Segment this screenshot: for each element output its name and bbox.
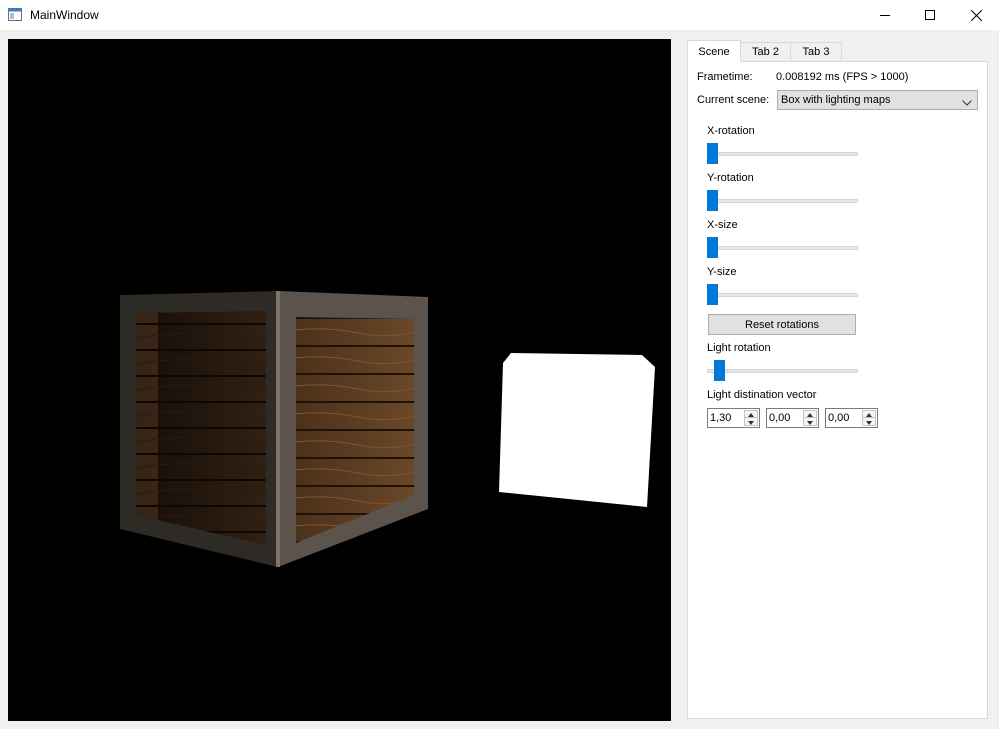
slider-handle[interactable] (707, 143, 718, 164)
y-rotation-label: Y-rotation (707, 172, 754, 184)
x-rotation-slider[interactable] (707, 142, 858, 164)
slider-groove (707, 199, 858, 203)
slider-handle[interactable] (714, 360, 725, 381)
arrow-down-icon (866, 416, 872, 428)
spin-buttons (862, 410, 876, 426)
light-vector-z-input[interactable] (828, 412, 862, 424)
slider-groove (707, 293, 858, 297)
arrow-down-icon (807, 416, 813, 428)
maximize-icon (925, 10, 935, 20)
close-icon (970, 9, 982, 21)
frametime-value: 0.008192 ms (FPS > 1000) (776, 71, 909, 83)
frametime-label: Frametime: (697, 71, 753, 83)
slider-groove (707, 369, 858, 373)
scene-panel: Frametime: 0.008192 ms (FPS > 1000) Curr… (687, 61, 988, 719)
x-rotation-label: X-rotation (707, 125, 755, 137)
scene-select[interactable]: Box with lighting maps (777, 90, 978, 110)
light-rotation-label: Light rotation (707, 342, 771, 354)
y-size-slider[interactable] (707, 283, 858, 305)
title-bar: MainWindow (0, 0, 999, 30)
close-button[interactable] (953, 0, 999, 30)
light-rotation-slider[interactable] (707, 359, 858, 381)
current-scene-label: Current scene: (697, 94, 770, 106)
gl-viewport[interactable] (8, 39, 671, 721)
light-vector-x-spinbox[interactable] (707, 408, 760, 428)
slider-groove (707, 246, 858, 250)
arrow-down-icon (748, 416, 754, 428)
x-size-label: X-size (707, 219, 738, 231)
app-window-icon (8, 8, 22, 21)
tab-2[interactable]: Tab 2 (740, 42, 791, 61)
window-title: MainWindow (30, 8, 99, 22)
slider-groove (707, 152, 858, 156)
y-size-label: Y-size (707, 266, 737, 278)
slider-handle[interactable] (707, 190, 718, 211)
spin-down-button[interactable] (863, 418, 875, 425)
light-vector-z-spinbox[interactable] (825, 408, 878, 428)
minimize-button[interactable] (862, 0, 908, 30)
crate-3d-object (120, 291, 428, 567)
slider-handle[interactable] (707, 284, 718, 305)
spin-buttons (744, 410, 758, 426)
x-size-slider[interactable] (707, 236, 858, 258)
tab-3[interactable]: Tab 3 (790, 42, 842, 61)
maximize-button[interactable] (907, 0, 953, 30)
scene-select-value: Box with lighting maps (781, 94, 891, 106)
tab-scene[interactable]: Scene (687, 40, 741, 62)
chevron-down-icon (962, 97, 972, 109)
slider-handle[interactable] (707, 237, 718, 258)
light-vector-y-input[interactable] (769, 412, 803, 424)
light-vector-x-input[interactable] (710, 412, 744, 424)
spin-down-button[interactable] (804, 418, 816, 425)
light-vector-label: Light distination vector (707, 389, 817, 401)
light-cube-object (499, 353, 655, 507)
spin-buttons (803, 410, 817, 426)
reset-rotations-button[interactable]: Reset rotations (708, 314, 856, 335)
minimize-icon (880, 10, 890, 20)
y-rotation-slider[interactable] (707, 189, 858, 211)
light-vector-y-spinbox[interactable] (766, 408, 819, 428)
spin-down-button[interactable] (745, 418, 757, 425)
